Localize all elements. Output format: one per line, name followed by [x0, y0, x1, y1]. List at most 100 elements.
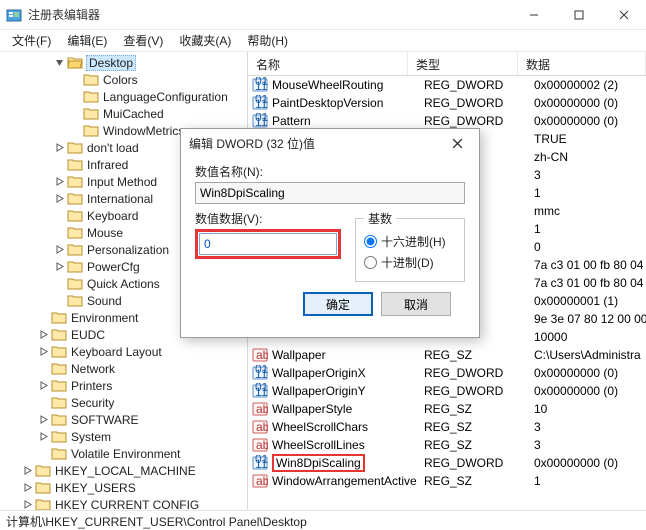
- chevron-right-icon[interactable]: [22, 499, 33, 510]
- chevron-right-icon[interactable]: [22, 465, 33, 476]
- string-icon: ab: [252, 437, 268, 453]
- cell-name: PaintDesktopVersion: [272, 96, 424, 110]
- tree-node[interactable]: SOFTWARE: [2, 411, 247, 428]
- cell-name: WheelScrollChars: [272, 420, 424, 434]
- folder-icon: [67, 209, 83, 222]
- col-data[interactable]: 数据: [518, 52, 646, 75]
- list-row[interactable]: 011110WallpaperOriginXREG_DWORD0x0000000…: [248, 364, 646, 382]
- tree-node-label: Network: [70, 362, 116, 376]
- tree-node-label: Security: [70, 396, 115, 410]
- dialog-close-button[interactable]: [443, 129, 471, 157]
- close-button[interactable]: [601, 0, 646, 30]
- tree-node-label: Desktop: [86, 55, 136, 71]
- value-name-label: 数值名称(N):: [195, 163, 465, 180]
- tree-node-label: HKEY_LOCAL_MACHINE: [54, 464, 197, 478]
- radix-hex-label: 十六进制(H): [381, 233, 446, 250]
- chevron-right-icon[interactable]: [54, 176, 65, 187]
- list-row[interactable]: abWallpaperStyleREG_SZ10: [248, 400, 646, 418]
- list-row[interactable]: abWindowArrangementActiveREG_SZ1: [248, 472, 646, 490]
- svg-text:ab: ab: [256, 348, 268, 362]
- chevron-down-icon[interactable]: [54, 57, 65, 68]
- cell-type: REG_DWORD: [424, 96, 534, 110]
- cell-data: 1: [534, 474, 646, 488]
- list-row[interactable]: 011110PaintDesktopVersionREG_DWORD0x0000…: [248, 94, 646, 112]
- value-name-input[interactable]: [195, 182, 465, 204]
- string-icon: ab: [252, 473, 268, 489]
- minimize-button[interactable]: [511, 0, 556, 30]
- binary-icon: 011110: [252, 455, 268, 471]
- tree-node[interactable]: HKEY_USERS: [2, 479, 247, 496]
- folder-icon: [67, 192, 83, 205]
- string-icon: ab: [252, 347, 268, 363]
- cell-type: REG_SZ: [424, 420, 534, 434]
- chevron-right-icon[interactable]: [38, 380, 49, 391]
- chevron-right-icon[interactable]: [38, 329, 49, 340]
- list-header: 名称 类型 数据: [248, 52, 646, 76]
- list-row[interactable]: abWheelScrollCharsREG_SZ3: [248, 418, 646, 436]
- chevron-right-icon[interactable]: [54, 261, 65, 272]
- cell-data: 0x00000000 (0): [534, 366, 646, 380]
- list-row[interactable]: 011110WallpaperOriginYREG_DWORD0x0000000…: [248, 382, 646, 400]
- tree-node[interactable]: Colors: [2, 71, 247, 88]
- cell-data: 7a c3 01 00 fb 80 04: [534, 258, 646, 272]
- tree-node[interactable]: HKEY_LOCAL_MACHINE: [2, 462, 247, 479]
- cancel-button[interactable]: 取消: [381, 292, 451, 316]
- folder-icon: [51, 413, 67, 426]
- tree-node[interactable]: Desktop: [2, 54, 247, 71]
- list-row[interactable]: abWallpaperREG_SZC:\Users\Administra: [248, 346, 646, 364]
- radix-dec[interactable]: [364, 256, 377, 269]
- list-row[interactable]: abWheelScrollLinesREG_SZ3: [248, 436, 646, 454]
- chevron-right-icon[interactable]: [38, 431, 49, 442]
- tree-node[interactable]: Keyboard Layout: [2, 343, 247, 360]
- tree-node[interactable]: System: [2, 428, 247, 445]
- cell-data: 0x00000002 (2): [534, 78, 646, 92]
- chevron-right-icon[interactable]: [54, 244, 65, 255]
- tree-node[interactable]: Printers: [2, 377, 247, 394]
- folder-icon: [51, 430, 67, 443]
- menu-view[interactable]: 查看(V): [115, 29, 171, 52]
- tree-node[interactable]: Security: [2, 394, 247, 411]
- chevron-right-icon[interactable]: [54, 193, 65, 204]
- radix-dec-row[interactable]: 十进制(D): [364, 252, 456, 273]
- list-row[interactable]: 011110Win8DpiScalingREG_DWORD0x00000000 …: [248, 454, 646, 472]
- folder-icon: [67, 158, 83, 171]
- tree-node-label: Sound: [86, 294, 123, 308]
- binary-icon: 011110: [252, 95, 268, 111]
- tree-node[interactable]: LanguageConfiguration: [2, 88, 247, 105]
- maximize-button[interactable]: [556, 0, 601, 30]
- chevron-right-icon[interactable]: [38, 414, 49, 425]
- tree-node[interactable]: Volatile Environment: [2, 445, 247, 462]
- cell-name: WallpaperOriginY: [272, 384, 424, 398]
- folder-icon: [83, 90, 99, 103]
- tree-node-label: System: [70, 430, 112, 444]
- tree-node[interactable]: Network: [2, 360, 247, 377]
- folder-icon: [67, 175, 83, 188]
- folder-icon: [67, 226, 83, 239]
- tree-node[interactable]: HKEY CURRENT CONFIG: [2, 496, 247, 510]
- cell-name: Win8DpiScaling: [272, 454, 424, 472]
- chevron-right-icon[interactable]: [38, 346, 49, 357]
- radix-hex-row[interactable]: 十六进制(H): [364, 231, 456, 252]
- list-row[interactable]: 011110MouseWheelRoutingREG_DWORD0x000000…: [248, 76, 646, 94]
- menu-favorites[interactable]: 收藏夹(A): [171, 29, 239, 52]
- value-data-input[interactable]: [199, 233, 337, 255]
- radix-hex[interactable]: [364, 235, 377, 248]
- window-title: 注册表编辑器: [28, 6, 511, 23]
- cell-data: 3: [534, 438, 646, 452]
- chevron-right-icon[interactable]: [22, 482, 33, 493]
- cell-data: 10: [534, 402, 646, 416]
- cell-data: mmc: [534, 204, 646, 218]
- folder-icon: [67, 56, 83, 69]
- menu-help[interactable]: 帮助(H): [239, 29, 296, 52]
- col-name[interactable]: 名称: [248, 52, 408, 75]
- folder-icon: [51, 447, 67, 460]
- tree-node[interactable]: MuiCached: [2, 105, 247, 122]
- folder-icon: [51, 379, 67, 392]
- titlebar: 注册表编辑器: [0, 0, 646, 30]
- menu-edit[interactable]: 编辑(E): [59, 29, 115, 52]
- cell-name: WallpaperOriginX: [272, 366, 424, 380]
- chevron-right-icon[interactable]: [54, 142, 65, 153]
- ok-button[interactable]: 确定: [303, 292, 373, 316]
- col-type[interactable]: 类型: [408, 52, 518, 75]
- menu-file[interactable]: 文件(F): [4, 29, 59, 52]
